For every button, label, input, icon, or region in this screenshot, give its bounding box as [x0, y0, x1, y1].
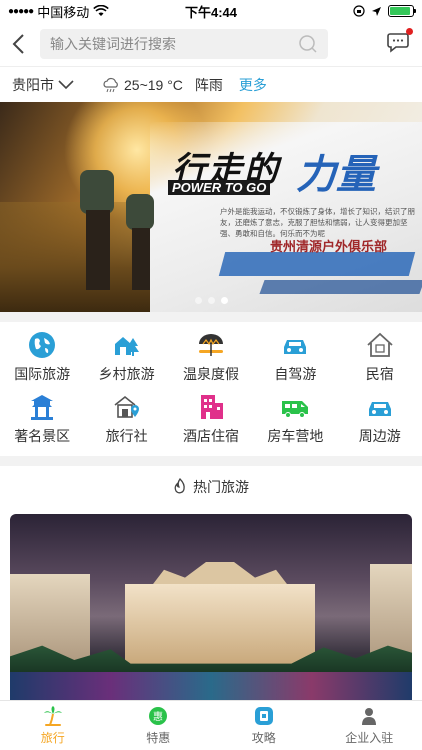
orientation-lock-icon — [353, 5, 365, 17]
carousel-dot[interactable] — [207, 297, 215, 304]
battery-icon — [388, 5, 416, 17]
discount-icon: 惠 — [149, 707, 168, 725]
category-hot-spring[interactable]: 温泉度假 — [169, 330, 253, 392]
search-icon[interactable] — [298, 34, 318, 54]
category-nearby[interactable]: 周边游 — [338, 392, 422, 454]
user-icon — [362, 708, 377, 725]
hiker-figure — [78, 140, 118, 290]
bottom-tab-bar: 旅行 惠 特惠 攻略 企业入驻 — [0, 700, 422, 750]
banner-organization: 贵州清源户外俱乐部 — [270, 239, 388, 254]
tab-travel[interactable]: 旅行 — [0, 701, 106, 750]
guide-icon — [254, 707, 273, 725]
tab-deals[interactable]: 惠 特惠 — [106, 701, 212, 750]
more-link[interactable]: 更多 — [239, 75, 267, 95]
top-nav — [0, 22, 422, 66]
car-icon — [284, 340, 307, 354]
search-box[interactable] — [40, 29, 328, 59]
globe-icon — [29, 332, 56, 358]
category-self-drive[interactable]: 自驾游 — [253, 330, 337, 392]
banner-description: 户外是能我运动，不仅锻炼了身体，增长了知识，结识了朋友，还磨炼了意志，克服了胆怯… — [220, 207, 415, 238]
category-international[interactable]: 国际旅游 — [0, 330, 84, 392]
category-rural[interactable]: 乡村旅游 — [84, 330, 168, 392]
hot-travel-section: 热门旅游 — [0, 466, 422, 700]
rv-icon — [282, 401, 309, 418]
city-label: 贵阳市 — [12, 76, 54, 93]
category-travel-agency[interactable]: 旅行社 — [84, 392, 168, 454]
city-selector[interactable]: 贵阳市 — [12, 75, 74, 95]
section-title: 热门旅游 — [193, 479, 249, 495]
carousel-dot[interactable] — [194, 297, 202, 304]
hiker-figure — [126, 170, 156, 290]
chevron-left-icon — [12, 34, 24, 54]
banner-title-highlight: 力量 — [296, 153, 376, 197]
category-homestay[interactable]: 民宿 — [338, 330, 422, 392]
banner-subtitle: POWER TO GO — [168, 180, 271, 195]
travel-agency-icon — [114, 395, 139, 418]
umbrella-icon — [198, 334, 223, 356]
back-button[interactable] — [0, 22, 36, 66]
carrier-label: 中国移动 — [37, 4, 90, 20]
temperature: 25~19 °C — [102, 77, 183, 93]
hot-travel-card-image[interactable] — [10, 514, 412, 700]
tab-guide[interactable]: 攻略 — [211, 701, 317, 750]
status-bar: ●●●●● 中国移动 下午4:44 — [0, 0, 422, 22]
flame-icon — [174, 478, 185, 494]
category-hotel[interactable]: 酒店住宿 — [169, 392, 253, 454]
tab-business[interactable]: 企业入驻 — [317, 701, 422, 750]
svg-text:惠: 惠 — [153, 710, 163, 723]
category-grid: 国际旅游 乡村旅游 温泉度假 自驾游 民宿 著名景区 旅行社 酒店住宿 房车营地… — [0, 322, 422, 456]
car-icon — [368, 402, 391, 416]
message-button[interactable] — [386, 28, 413, 56]
palm-tree-icon — [43, 706, 62, 726]
village-icon — [114, 337, 139, 356]
carousel-dot-active[interactable] — [220, 297, 228, 304]
notification-dot — [406, 28, 413, 35]
weather-condition: 阵雨 — [194, 76, 223, 93]
hotel-icon — [200, 395, 223, 419]
signal-icon: ●●●●● — [8, 5, 34, 17]
promo-banner[interactable]: 行走的 力量 POWER TO GO 户外是能我运动，不仅锻炼了身体，增长了知识… — [0, 102, 422, 312]
location-icon — [372, 6, 381, 16]
category-rv-camp[interactable]: 房车营地 — [253, 392, 337, 454]
house-icon — [367, 332, 393, 357]
category-scenic-spot[interactable]: 著名景区 — [0, 392, 84, 454]
chevron-down-icon — [58, 79, 74, 89]
weather-bar: 贵阳市 25~19 °C 阵雨 更多 — [0, 66, 422, 102]
pavilion-icon — [31, 395, 54, 420]
section-header: 热门旅游 — [0, 466, 422, 508]
temperature-label: 25~19 °C — [124, 76, 183, 93]
search-input[interactable] — [50, 36, 298, 52]
carousel-indicator[interactable] — [0, 297, 422, 304]
wifi-icon — [93, 5, 109, 16]
rain-cloud-icon — [103, 77, 118, 92]
